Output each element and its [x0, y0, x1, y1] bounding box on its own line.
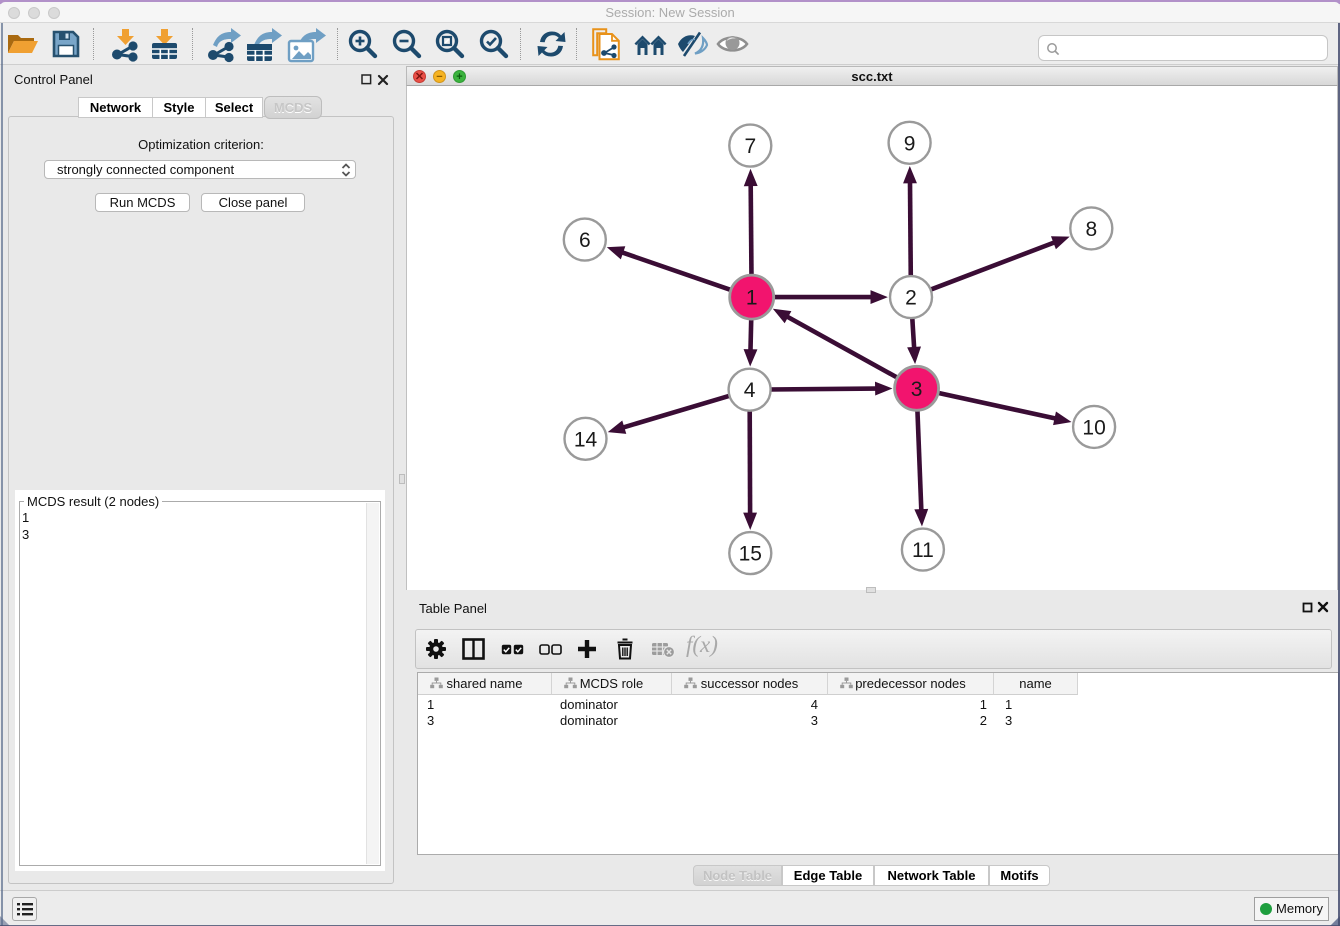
svg-text:2: 2	[905, 287, 917, 310]
svg-text:10: 10	[1082, 416, 1105, 439]
svg-text:3: 3	[911, 378, 923, 401]
svg-text:1: 1	[746, 287, 758, 310]
svg-text:7: 7	[744, 135, 756, 158]
svg-text:9: 9	[904, 132, 916, 155]
svg-text:6: 6	[579, 229, 591, 252]
svg-text:11: 11	[912, 539, 934, 562]
svg-text:4: 4	[744, 379, 756, 402]
svg-text:14: 14	[574, 428, 598, 451]
svg-text:15: 15	[739, 543, 762, 566]
svg-text:8: 8	[1085, 218, 1097, 241]
